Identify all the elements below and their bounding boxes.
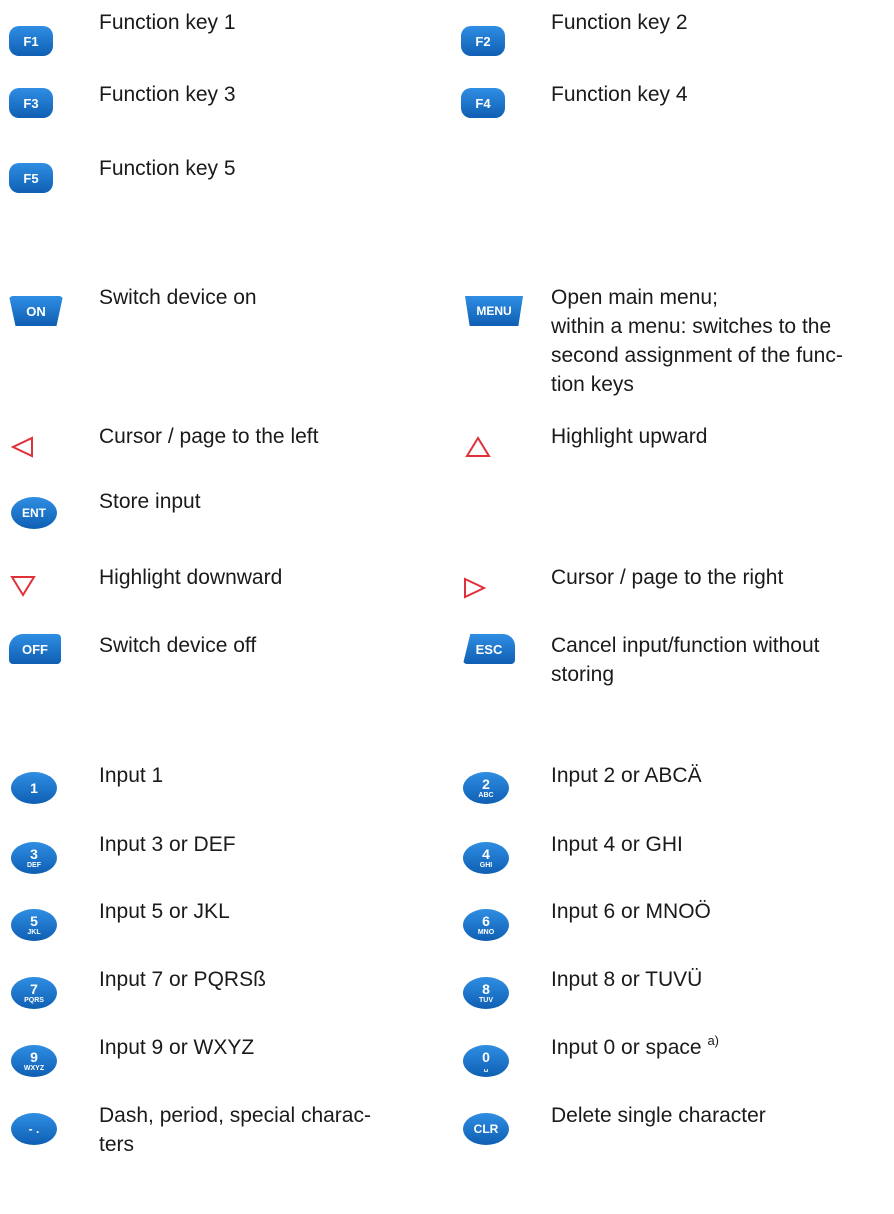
key-4: 4 GHI — [463, 842, 509, 874]
ent-description: Store input — [99, 490, 201, 513]
key-5-letters: JKL — [27, 929, 41, 936]
key-6-description: Input 6 or MNOÖ — [551, 900, 711, 923]
menu-key: MENU — [465, 296, 523, 326]
key-9-digit: 9 — [30, 1049, 38, 1065]
key-7: 7 PQRS — [11, 977, 57, 1009]
key-1-description: Input 1 — [99, 764, 164, 787]
key-8-description: Input 8 or TUVÜ — [551, 968, 703, 991]
key-7-description: Input 7 or PQRSß — [99, 968, 266, 991]
menu-description: Open main menu; within a menu: switches … — [551, 283, 843, 399]
footnote-marker: a) — [707, 1033, 720, 1048]
key-3: 3 DEF — [11, 842, 57, 874]
key-5-description: Input 5 or JKL — [99, 900, 230, 923]
key-7-letters: PQRS — [24, 997, 44, 1004]
f2-key: F2 — [461, 26, 505, 56]
esc-key: ESC — [463, 634, 515, 664]
dash-period-key: - . — [11, 1113, 57, 1145]
esc-description-line-1: Cancel input/function without — [551, 634, 820, 657]
dash-description-line-2: ters — [99, 1133, 135, 1156]
key-8: 8 TUV — [463, 977, 509, 1009]
f5-description: Function key 5 — [99, 157, 236, 180]
key-8-digit: 8 — [482, 981, 490, 997]
key-6: 6 MNO — [463, 909, 509, 941]
menu-description-line-1: Open main menu; — [551, 286, 718, 309]
on-description: Switch device on — [99, 286, 257, 309]
key-4-description: Input 4 or GHI — [551, 833, 683, 856]
key-5-digit: 5 — [30, 913, 38, 929]
key-1-digit: 1 — [30, 780, 38, 796]
key-6-letters: MNO — [477, 929, 495, 936]
key-5: 5 JKL — [11, 909, 57, 941]
key-6-digit: 6 — [482, 913, 490, 929]
key-2-description: Input 2 or ABCÄ — [551, 764, 702, 787]
f1-key: F1 — [9, 26, 53, 56]
key-8-letters: TUV — [479, 997, 493, 1004]
triangle-left-icon — [10, 436, 36, 458]
dash-description: Dash, period, special charac- ters — [99, 1101, 371, 1159]
down-description: Highlight downward — [99, 566, 283, 589]
f3-description: Function key 3 — [99, 83, 236, 106]
key-7-digit: 7 — [30, 981, 38, 997]
key-3-letters: DEF — [27, 862, 41, 869]
up-description: Highlight upward — [551, 425, 708, 448]
key-9-description: Input 9 or WXYZ — [99, 1036, 255, 1059]
right-description: Cursor / page to the right — [551, 566, 784, 589]
dash-description-line-1: Dash, period, special charac- — [99, 1104, 371, 1127]
ent-key: ENT — [11, 497, 57, 529]
key-4-letters: GHI — [479, 862, 493, 869]
triangle-up-icon — [465, 436, 491, 458]
f5-key: F5 — [9, 163, 53, 193]
key-9-letters: WXYZ — [23, 1065, 45, 1072]
f1-description: Function key 1 — [99, 11, 236, 34]
left-description: Cursor / page to the left — [99, 425, 319, 448]
f2-description: Function key 2 — [551, 11, 688, 34]
key-1: 1 — [11, 772, 57, 804]
key-3-digit: 3 — [30, 846, 38, 862]
menu-description-line-2: within a menu: switches to the — [551, 315, 832, 338]
f3-key: F3 — [9, 88, 53, 118]
clr-description: Delete single character — [551, 1104, 766, 1127]
off-key: OFF — [9, 634, 61, 664]
on-key: ON — [9, 296, 63, 326]
clr-key: CLR — [463, 1113, 509, 1145]
key-0-letters: ␣ — [483, 1065, 489, 1072]
triangle-down-icon — [10, 575, 36, 597]
key-3-description: Input 3 or DEF — [99, 833, 236, 856]
off-description: Switch device off — [99, 634, 257, 657]
key-0-digit: 0 — [482, 1049, 490, 1065]
key-9: 9 WXYZ — [11, 1045, 57, 1077]
esc-description: Cancel input/function without storing — [551, 631, 820, 689]
key-2-digit: 2 — [482, 776, 490, 792]
triangle-right-icon — [461, 577, 487, 599]
menu-description-line-3: second assignment of the func- — [551, 344, 843, 367]
menu-description-line-4: tion keys — [551, 373, 634, 396]
key-2: 2 ABC — [463, 772, 509, 804]
key-4-digit: 4 — [482, 846, 490, 862]
key-0-description: Input 0 or space a) — [551, 1033, 719, 1062]
key-0: 0 ␣ — [463, 1045, 509, 1077]
esc-description-line-2: storing — [551, 663, 615, 686]
f4-key: F4 — [461, 88, 505, 118]
key-2-letters: ABC — [478, 792, 494, 799]
key-0-description-text: Input 0 or space — [551, 1036, 702, 1059]
f4-description: Function key 4 — [551, 83, 688, 106]
